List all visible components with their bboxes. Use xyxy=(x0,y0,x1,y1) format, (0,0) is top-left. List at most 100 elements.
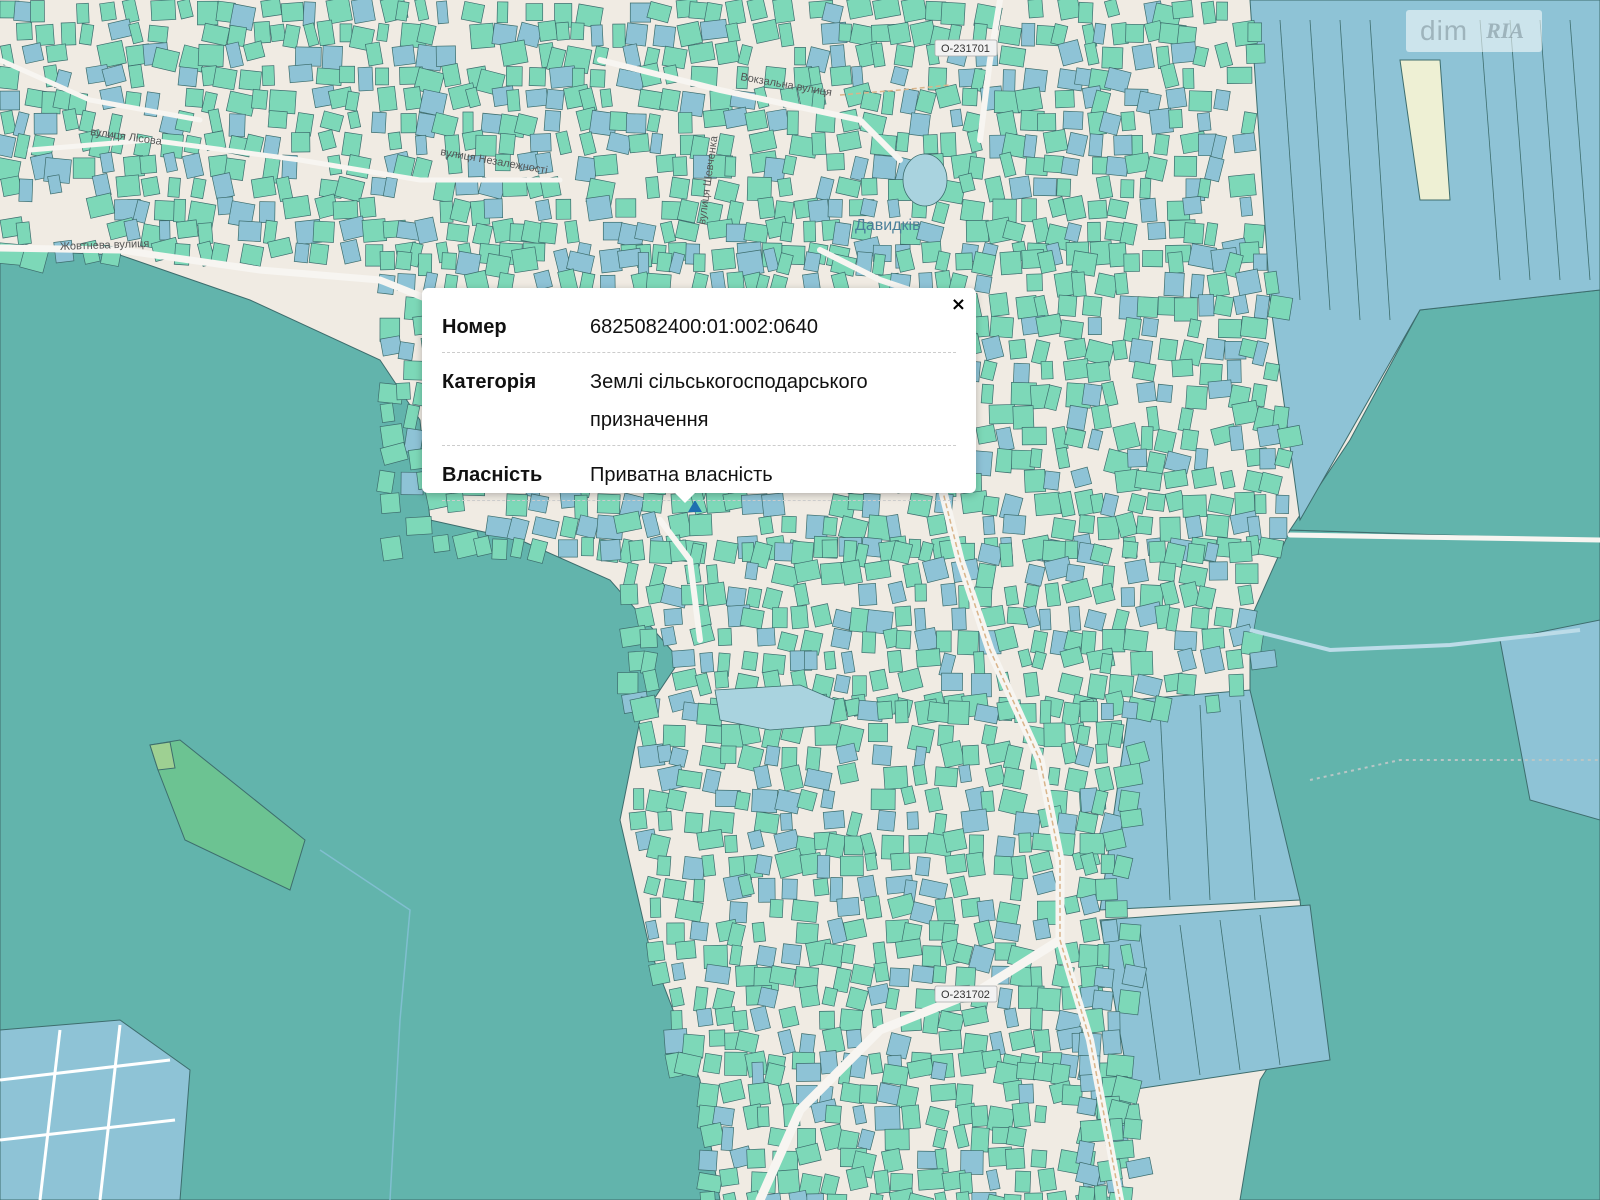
parcel[interactable] xyxy=(1228,540,1253,564)
parcel[interactable] xyxy=(870,788,896,811)
parcel[interactable] xyxy=(15,221,32,246)
parcel[interactable] xyxy=(341,131,363,158)
parcel[interactable] xyxy=(821,2,844,25)
parcel[interactable] xyxy=(860,177,878,196)
parcel[interactable] xyxy=(1117,989,1141,1016)
parcel[interactable] xyxy=(496,1,509,24)
parcel[interactable] xyxy=(1105,156,1129,177)
parcel[interactable] xyxy=(167,177,181,198)
parcel[interactable] xyxy=(316,19,336,47)
parcel[interactable] xyxy=(21,42,45,65)
parcel[interactable] xyxy=(339,65,355,84)
parcel[interactable] xyxy=(375,67,389,86)
parcel[interactable] xyxy=(758,515,774,535)
parcel[interactable] xyxy=(1036,987,1062,1012)
parcel[interactable] xyxy=(836,130,862,152)
parcel[interactable] xyxy=(906,811,919,830)
parcel[interactable] xyxy=(1135,515,1154,536)
parcel[interactable] xyxy=(1205,513,1230,538)
parcel[interactable] xyxy=(1139,197,1158,223)
parcel[interactable] xyxy=(790,605,809,630)
parcel[interactable] xyxy=(864,852,879,872)
parcel[interactable] xyxy=(197,0,219,26)
parcel[interactable] xyxy=(1213,606,1234,628)
parcel[interactable] xyxy=(441,252,457,270)
parcel[interactable] xyxy=(1059,319,1084,340)
parcel[interactable] xyxy=(1208,561,1228,581)
parcel[interactable] xyxy=(15,22,33,41)
parcel[interactable] xyxy=(881,1063,910,1087)
parcel[interactable] xyxy=(1021,22,1036,47)
parcel[interactable] xyxy=(756,627,776,647)
parcel[interactable] xyxy=(1029,448,1043,469)
parcel[interactable] xyxy=(139,154,158,175)
parcel[interactable] xyxy=(972,22,988,42)
parcel[interactable] xyxy=(835,742,859,765)
parcel[interactable] xyxy=(726,271,745,290)
parcel[interactable] xyxy=(861,631,877,654)
parcel[interactable] xyxy=(1173,630,1198,652)
parcel[interactable] xyxy=(873,961,890,983)
parcel[interactable] xyxy=(1091,989,1114,1011)
parcel[interactable] xyxy=(1145,451,1167,476)
parcel[interactable] xyxy=(1173,297,1198,322)
parcel[interactable] xyxy=(238,69,262,92)
parcel[interactable] xyxy=(1167,251,1185,275)
parcel[interactable] xyxy=(570,22,585,41)
parcel[interactable] xyxy=(619,583,639,606)
parcel[interactable] xyxy=(115,174,141,198)
parcel[interactable] xyxy=(1023,671,1040,698)
parcel[interactable] xyxy=(873,1169,891,1195)
parcel[interactable] xyxy=(376,22,390,42)
parcel[interactable] xyxy=(1009,877,1024,902)
parcel[interactable] xyxy=(751,788,778,814)
parcel[interactable] xyxy=(734,1030,760,1054)
parcel[interactable] xyxy=(639,628,658,649)
parcel[interactable] xyxy=(741,650,759,672)
parcel[interactable] xyxy=(859,197,878,218)
parcel[interactable] xyxy=(332,200,359,220)
parcel[interactable] xyxy=(840,559,863,586)
parcel[interactable] xyxy=(1062,358,1091,381)
parcel[interactable] xyxy=(871,744,893,767)
parcel[interactable] xyxy=(743,222,770,244)
parcel[interactable] xyxy=(525,3,544,21)
parcel[interactable] xyxy=(1093,1185,1108,1200)
parcel[interactable] xyxy=(1139,177,1152,199)
parcel[interactable] xyxy=(35,23,55,47)
parcel[interactable] xyxy=(921,945,942,967)
parcel[interactable] xyxy=(970,673,992,698)
parcel[interactable] xyxy=(435,45,457,67)
parcel[interactable] xyxy=(1239,196,1254,217)
parcel[interactable] xyxy=(250,88,269,110)
parcel[interactable] xyxy=(771,607,788,629)
parcel[interactable] xyxy=(781,878,798,900)
parcel[interactable] xyxy=(1054,89,1075,109)
parcel[interactable] xyxy=(949,108,964,128)
parcel[interactable] xyxy=(1101,46,1124,70)
parcel[interactable] xyxy=(358,196,377,219)
parcel[interactable] xyxy=(1130,650,1154,676)
parcel[interactable] xyxy=(1269,517,1288,540)
parcel[interactable] xyxy=(821,1026,846,1055)
parcel[interactable] xyxy=(961,87,978,107)
parcel[interactable] xyxy=(971,251,997,277)
parcel[interactable] xyxy=(842,918,868,941)
parcel[interactable] xyxy=(839,855,864,877)
parcel[interactable] xyxy=(859,1084,878,1104)
parcel[interactable] xyxy=(1185,385,1208,410)
parcel[interactable] xyxy=(657,810,673,832)
parcel[interactable] xyxy=(99,1,117,22)
parcel[interactable] xyxy=(887,21,912,46)
parcel[interactable] xyxy=(940,672,963,691)
parcel[interactable] xyxy=(701,854,717,877)
parcel[interactable] xyxy=(357,66,374,92)
parcel[interactable] xyxy=(1128,338,1154,365)
parcel[interactable] xyxy=(491,538,508,561)
parcel[interactable] xyxy=(460,0,486,24)
parcel[interactable] xyxy=(881,90,896,116)
parcel[interactable] xyxy=(699,1122,726,1148)
parcel[interactable] xyxy=(1176,673,1197,696)
parcel[interactable] xyxy=(350,0,376,24)
parcel[interactable] xyxy=(757,986,779,1009)
